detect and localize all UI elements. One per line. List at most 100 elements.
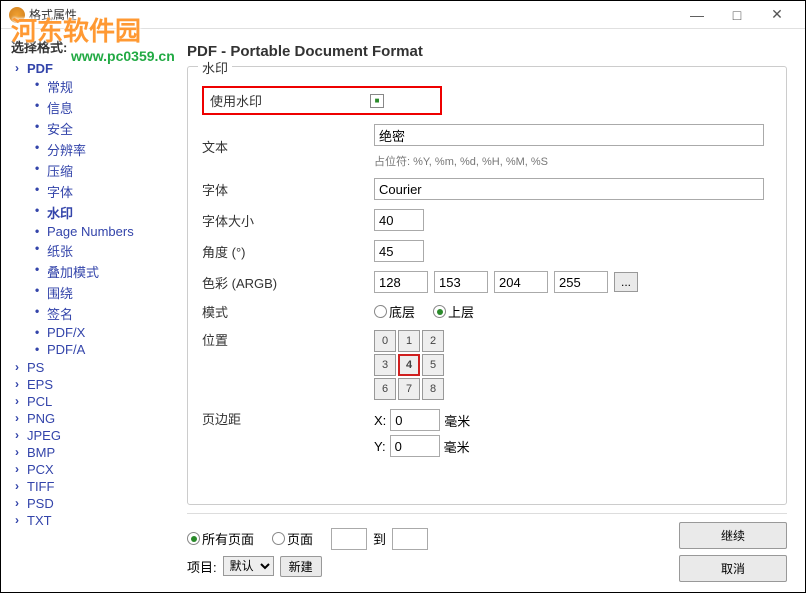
project-select[interactable]: 默认 xyxy=(223,556,274,576)
app-icon xyxy=(9,7,25,23)
sidebar-link[interactable]: PCL xyxy=(27,394,52,409)
sidebar-item-psd[interactable]: PSD xyxy=(11,495,175,512)
mode-label: 模式 xyxy=(202,302,374,321)
watermark-fieldset: 水印 使用水印 文本 占位符: %Y, %m, %d, %H, %M, %S 字… xyxy=(187,66,787,505)
sidebar-subitem-压缩[interactable]: 压缩 xyxy=(29,160,175,181)
text-hint: 占位符: %Y, %m, %d, %H, %M, %S xyxy=(374,153,548,169)
sidebar-subitem-水印[interactable]: 水印 xyxy=(29,202,175,223)
titlebar: 格式属性 — □ ✕ xyxy=(1,1,805,29)
radio-icon xyxy=(187,532,200,545)
position-label: 位置 xyxy=(202,330,374,349)
sidebar-link[interactable]: TIFF xyxy=(27,479,54,494)
color-g-input[interactable] xyxy=(494,271,548,293)
sidebar-subitem-围绕[interactable]: 围绕 xyxy=(29,282,175,303)
minimize-button[interactable]: — xyxy=(677,3,717,27)
use-watermark-highlight: 使用水印 xyxy=(202,86,442,115)
position-cell-3[interactable]: 3 xyxy=(374,354,396,376)
sidebar-item-pdf[interactable]: PDF 常规信息安全分辨率压缩字体水印 Page Numbers 纸张叠加模式围绕签名… xyxy=(11,60,175,359)
new-project-button[interactable]: 新建 xyxy=(280,556,322,577)
sidebar-link[interactable]: PCX xyxy=(27,462,54,477)
sidebar-subitem-字体[interactable]: 字体 xyxy=(29,181,175,202)
position-cell-1[interactable]: 1 xyxy=(398,330,420,352)
position-cell-7[interactable]: 7 xyxy=(398,378,420,400)
position-cell-8[interactable]: 8 xyxy=(422,378,444,400)
cancel-button[interactable]: 取消 xyxy=(679,555,787,582)
close-button[interactable]: ✕ xyxy=(757,3,797,27)
position-cell-0[interactable]: 0 xyxy=(374,330,396,352)
sidebar-subitem-信息[interactable]: 信息 xyxy=(29,97,175,118)
sidebar-item-png[interactable]: PNG xyxy=(11,410,175,427)
angle-input[interactable] xyxy=(374,240,424,262)
pages-range-radio-wrap[interactable]: 页面 xyxy=(272,529,313,548)
position-cell-2[interactable]: 2 xyxy=(422,330,444,352)
font-input[interactable] xyxy=(374,178,764,200)
sidebar-subitem-叠加模式[interactable]: 叠加模式 xyxy=(29,261,175,282)
position-grid: 012 345 678 xyxy=(374,330,444,400)
position-cell-4[interactable]: 4 xyxy=(398,354,420,376)
watermark-text-input[interactable] xyxy=(374,124,764,146)
continue-button[interactable]: 继续 xyxy=(679,522,787,549)
margin-x-input[interactable] xyxy=(390,409,440,431)
sidebar-link[interactable]: PSD xyxy=(27,496,54,511)
sidebar-link[interactable]: PNG xyxy=(27,411,55,426)
sidebar-item-pcx[interactable]: PCX xyxy=(11,461,175,478)
sidebar-link[interactable]: 安全 xyxy=(47,122,73,137)
sidebar-item-ps[interactable]: PS xyxy=(11,359,175,376)
color-a-input[interactable] xyxy=(374,271,428,293)
sidebar-link[interactable]: TXT xyxy=(27,513,52,528)
all-pages-radio-wrap[interactable]: 所有页面 xyxy=(187,529,254,548)
sidebar-item-tiff[interactable]: TIFF xyxy=(11,478,175,495)
mode-bottom-radio-wrap[interactable]: 底层 xyxy=(374,302,415,321)
sidebar-link[interactable]: BMP xyxy=(27,445,55,460)
fontsize-input[interactable] xyxy=(374,209,424,231)
sidebar-link[interactable]: JPEG xyxy=(27,428,61,443)
color-b-input[interactable] xyxy=(554,271,608,293)
margin-x-label: X: xyxy=(374,413,386,428)
sidebar-link[interactable]: 水印 xyxy=(47,206,73,221)
sidebar-item-eps[interactable]: EPS xyxy=(11,376,175,393)
margin-y-input[interactable] xyxy=(390,435,440,457)
sidebar-link[interactable]: 常规 xyxy=(47,80,73,95)
sidebar-link[interactable]: 签名 xyxy=(47,307,73,322)
color-picker-button[interactable]: ... xyxy=(614,272,638,292)
sidebar-link[interactable]: PDF/X xyxy=(47,325,85,340)
position-cell-5[interactable]: 5 xyxy=(422,354,444,376)
sidebar-link[interactable]: EPS xyxy=(27,377,53,392)
mode-top-label: 上层 xyxy=(448,302,474,321)
sidebar-item-bmp[interactable]: BMP xyxy=(11,444,175,461)
sidebar-subitem-page-numbers[interactable]: Page Numbers xyxy=(29,223,175,240)
radio-icon xyxy=(374,305,387,318)
sidebar-link[interactable]: 压缩 xyxy=(47,164,73,179)
sidebar-subitem-分辨率[interactable]: 分辨率 xyxy=(29,139,175,160)
sidebar-subitem-纸张[interactable]: 纸张 xyxy=(29,240,175,261)
format-sidebar: 选择格式: PDF常规信息安全分辨率压缩字体水印Page Numbers纸张叠加… xyxy=(1,29,179,590)
maximize-button[interactable]: □ xyxy=(717,3,757,27)
sidebar-item-jpeg[interactable]: JPEG xyxy=(11,427,175,444)
use-watermark-checkbox[interactable] xyxy=(370,94,384,108)
sidebar-item-txt[interactable]: TXT xyxy=(11,512,175,529)
page-from-input[interactable] xyxy=(331,528,367,550)
sidebar-link[interactable]: 纸张 xyxy=(47,244,73,259)
sidebar-link[interactable]: Page Numbers xyxy=(47,224,134,239)
color-r-input[interactable] xyxy=(434,271,488,293)
main-panel: PDF - Portable Document Format 水印 使用水印 文… xyxy=(179,29,805,590)
page-title: PDF - Portable Document Format xyxy=(187,43,787,60)
position-cell-6[interactable]: 6 xyxy=(374,378,396,400)
sidebar-link[interactable]: 叠加模式 xyxy=(47,265,99,280)
mode-top-radio-wrap[interactable]: 上层 xyxy=(433,302,474,321)
use-watermark-label: 使用水印 xyxy=(210,91,370,110)
sidebar-link[interactable]: 信息 xyxy=(47,101,73,116)
sidebar-link[interactable]: PDF xyxy=(27,61,53,76)
sidebar-item-pcl[interactable]: PCL xyxy=(11,393,175,410)
sidebar-link[interactable]: PDF/A xyxy=(47,342,85,357)
sidebar-subitem-签名[interactable]: 签名 xyxy=(29,303,175,324)
sidebar-subitem-常规[interactable]: 常规 xyxy=(29,76,175,97)
sidebar-subitem-安全[interactable]: 安全 xyxy=(29,118,175,139)
sidebar-link[interactable]: 围绕 xyxy=(47,286,73,301)
sidebar-link[interactable]: 分辨率 xyxy=(47,143,86,158)
sidebar-link[interactable]: PS xyxy=(27,360,44,375)
page-to-input[interactable] xyxy=(392,528,428,550)
sidebar-subitem-pdf/x[interactable]: PDF/X xyxy=(29,324,175,341)
sidebar-subitem-pdf/a[interactable]: PDF/A xyxy=(29,341,175,358)
sidebar-link[interactable]: 字体 xyxy=(47,185,73,200)
